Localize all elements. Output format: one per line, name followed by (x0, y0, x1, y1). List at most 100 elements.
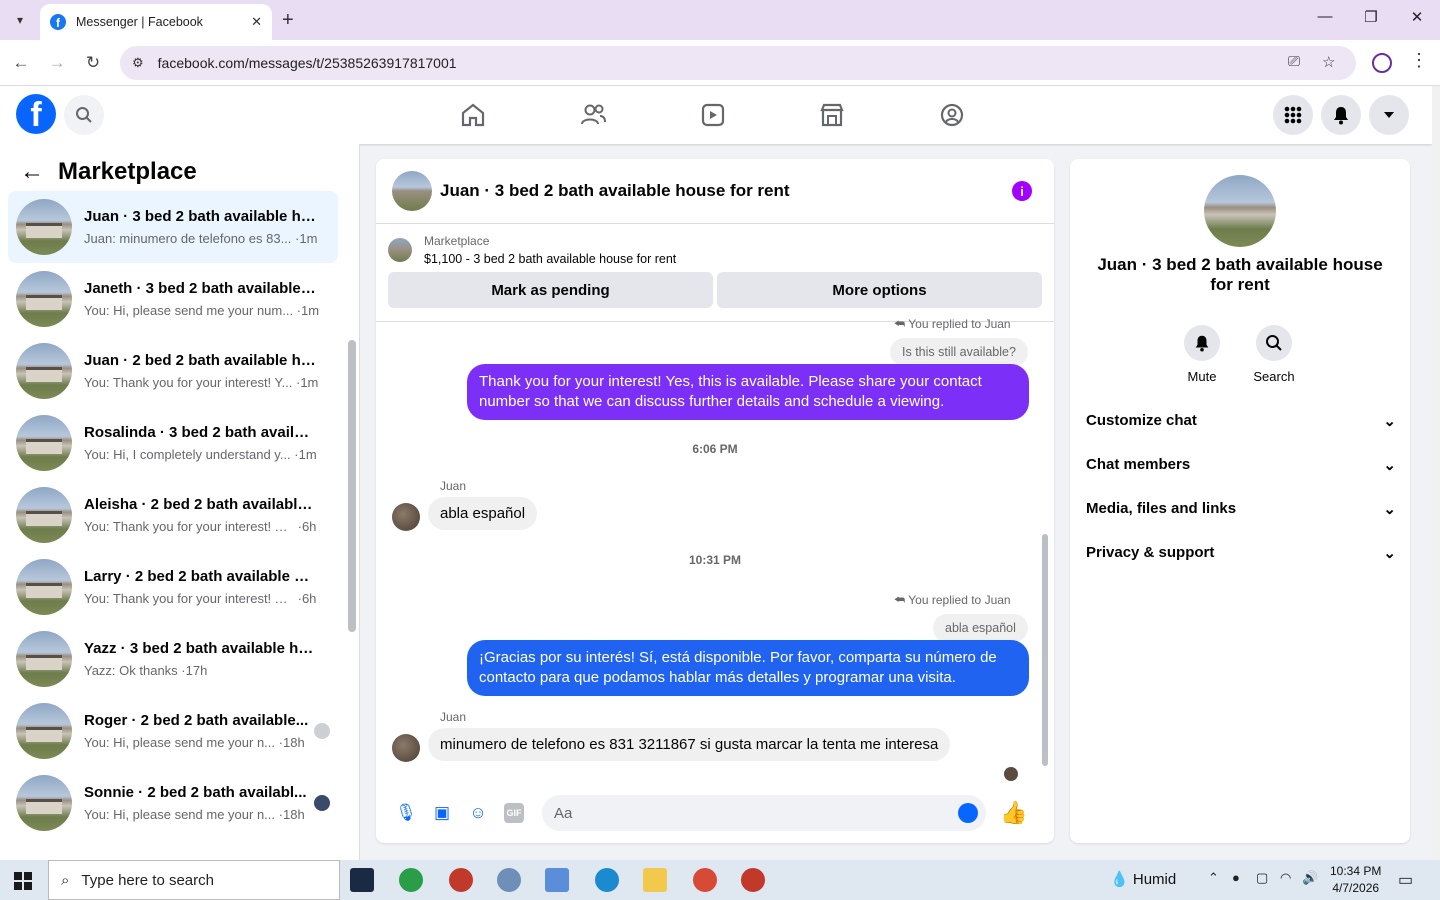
avatar[interactable] (1204, 175, 1276, 247)
forward-button[interactable]: → (44, 50, 70, 76)
back-button[interactable]: ← (8, 50, 34, 76)
address-bar[interactable]: ⚙ facebook.com/messages/t/25385263917817… (120, 46, 1356, 80)
outgoing-message[interactable]: ¡Gracias por su interés! Sí, está dispon… (467, 640, 1029, 696)
windows-start-icon[interactable] (14, 872, 32, 890)
privacy-support-section[interactable]: Privacy & support ⌄ (1086, 544, 1396, 562)
search-in-chat-button[interactable]: Search (1244, 325, 1304, 384)
avatar (16, 199, 72, 255)
avatar (16, 271, 72, 327)
chrome-profile-app-icon[interactable] (449, 868, 473, 892)
listing-thumbnail[interactable] (388, 238, 412, 262)
chat-members-section[interactable]: Chat members ⌄ (1086, 456, 1396, 474)
conversation-list: Juan · 3 bed 2 bath available ho... Juan:… (8, 191, 338, 839)
avatar[interactable] (392, 171, 432, 211)
conversation-time: 6h (301, 519, 317, 534)
back-arrow-icon[interactable]: ← (20, 158, 44, 186)
video-icon[interactable] (698, 100, 728, 130)
outgoing-message[interactable]: Thank you for your interest! Yes, this i… (467, 364, 1029, 420)
taskbar-search-box[interactable]: ⌕ Type here to search (48, 860, 340, 900)
edge-app-icon[interactable] (595, 868, 619, 892)
task-view-icon[interactable] (350, 868, 374, 892)
chat-scrollbar[interactable] (1042, 534, 1048, 766)
clock-time: 10:34 PM (1330, 864, 1382, 878)
thumbs-up-icon[interactable]: 👍 (1000, 800, 1027, 826)
tab-search-button[interactable]: ▾ (8, 8, 32, 32)
avatar[interactable] (392, 503, 420, 531)
restore-button[interactable]: ❐ (1348, 8, 1394, 26)
facebook-logo[interactable]: f (16, 94, 56, 134)
chrome-profile-app-icon[interactable] (693, 868, 717, 892)
meet-icon[interactable]: ▢ (1256, 870, 1268, 886)
friends-icon[interactable] (578, 100, 608, 130)
search-button[interactable] (64, 95, 104, 135)
incoming-message[interactable]: abla español (428, 497, 538, 530)
listing-text[interactable]: $1,100 - 3 bed 2 bath available house fo… (424, 252, 676, 266)
browser-menu-icon[interactable]: ⋮ (1410, 50, 1428, 71)
notifications-button[interactable] (1321, 95, 1361, 135)
incoming-message[interactable]: minumero de telefono es 831 3211867 si g… (428, 728, 951, 761)
conversation-item[interactable]: Yazz · 3 bed 2 bath available ho... Yazz:… (8, 623, 338, 695)
profile-icon[interactable] (1372, 53, 1392, 73)
conversation-item[interactable]: Roger · 2 bed 2 bath available... You: Hi… (8, 695, 338, 767)
microphone-icon[interactable]: 🎙 (395, 803, 417, 823)
close-tab-icon[interactable]: ✕ (251, 14, 262, 30)
section-label: Privacy & support (1086, 544, 1215, 561)
new-tab-button[interactable]: + (282, 8, 294, 32)
volume-icon[interactable]: 🔊 (1302, 870, 1318, 886)
customize-chat-section[interactable]: Customize chat ⌄ (1086, 412, 1396, 430)
tray-app-icon[interactable]: ● (1232, 870, 1240, 885)
chrome-profile-app-icon[interactable] (741, 868, 765, 892)
conversation-item[interactable]: Juan · 3 bed 2 bath available ho... Juan:… (8, 191, 338, 263)
taskbar: ⌕ Type here to search 💧 Humid ⌃ ● ▢ ◠ 🔊 … (0, 860, 1440, 900)
document-app-icon[interactable] (545, 868, 569, 892)
browser-tab[interactable]: f Messenger | Facebook ✕ (40, 4, 272, 40)
chrome-app-icon[interactable] (399, 868, 423, 892)
info-icon[interactable]: i (1012, 181, 1032, 201)
emoji-icon[interactable] (958, 803, 978, 823)
mark-as-pending-button[interactable]: Mark as pending (388, 272, 713, 308)
conversation-item[interactable]: Larry · 2 bed 2 bath available ho... You:… (8, 551, 338, 623)
install-app-icon[interactable]: ⎚ (1288, 53, 1300, 70)
site-info-icon[interactable]: ⚙ (132, 55, 144, 71)
menu-button[interactable] (1273, 95, 1313, 135)
conversation-item[interactable]: Aleisha · 2 bed 2 bath available ... You:… (8, 479, 338, 551)
minimize-button[interactable]: — (1302, 8, 1348, 25)
page-scrollbar[interactable] (1432, 86, 1440, 860)
marketplace-icon[interactable] (817, 100, 847, 130)
conversation-item[interactable]: Juan · 2 bed 2 bath available ho... You: … (8, 335, 338, 407)
media-files-links-section[interactable]: Media, files and links ⌄ (1086, 500, 1396, 518)
close-window-button[interactable]: ✕ (1394, 8, 1440, 26)
sidebar-scrollbar[interactable] (348, 340, 356, 632)
avatar[interactable] (392, 734, 420, 762)
more-options-button[interactable]: More options (717, 272, 1042, 308)
conversation-name: Janeth · 3 bed 2 bath available h... (84, 280, 316, 297)
conversation-time: 18h (282, 807, 305, 822)
system-clock[interactable]: 10:34 PM 4/7/2026 (1330, 863, 1381, 897)
sender-name: Juan (440, 479, 467, 493)
conversation-item[interactable]: Janeth · 3 bed 2 bath available h... You:… (8, 263, 338, 335)
conversation-item[interactable]: Rosalinda · 3 bed 2 bath availabl... You:… (8, 407, 338, 479)
home-icon[interactable] (458, 100, 488, 130)
wifi-icon[interactable]: ◠ (1280, 870, 1291, 886)
weather-widget[interactable]: 💧 Humid (1110, 870, 1176, 888)
quoted-message[interactable]: Is this still available? (890, 338, 1028, 366)
message-input[interactable]: Aa (542, 795, 986, 831)
chat-title[interactable]: Juan · 3 bed 2 bath available house for … (440, 181, 790, 201)
reload-button[interactable]: ↻ (80, 50, 106, 76)
conversation-item[interactable]: Sonnie · 2 bed 2 bath availabl... You: Hi… (8, 767, 338, 839)
photo-icon[interactable]: ▣ (432, 803, 452, 823)
facebook-top-nav: f (0, 86, 1432, 144)
avatar (16, 487, 72, 543)
bookmark-star-icon[interactable]: ☆ (1322, 53, 1335, 71)
app-icon[interactable] (497, 868, 521, 892)
grid-menu-icon (1284, 106, 1302, 124)
gaming-icon[interactable] (937, 100, 967, 130)
sticker-icon[interactable]: ☺ (468, 803, 488, 823)
file-explorer-icon[interactable] (643, 868, 667, 892)
quoted-message[interactable]: abla español (933, 614, 1028, 642)
notifications-center-icon[interactable]: ▭ (1398, 870, 1413, 890)
mute-button[interactable]: Mute (1172, 325, 1232, 384)
show-hidden-icons[interactable]: ⌃ (1208, 870, 1219, 886)
account-button[interactable] (1369, 95, 1409, 135)
gif-icon[interactable]: GIF (504, 803, 524, 823)
